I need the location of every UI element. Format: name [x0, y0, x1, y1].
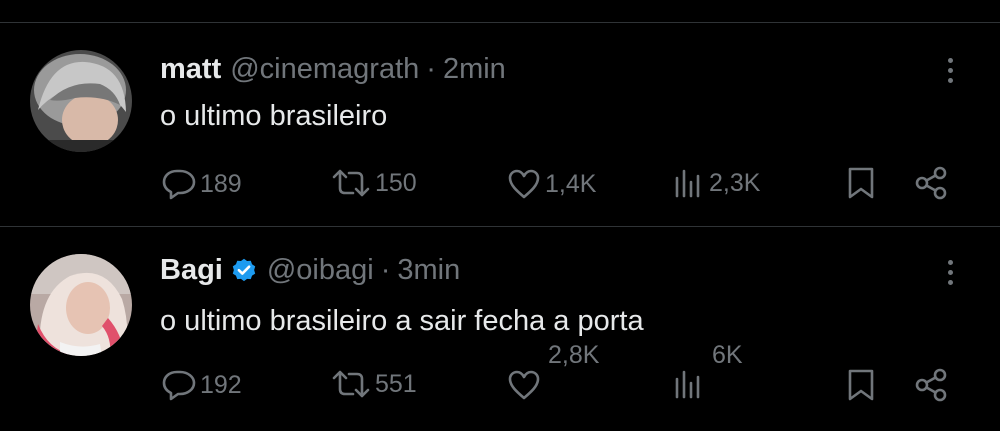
bookmark-button[interactable]: [846, 166, 876, 200]
reply-count: 189: [200, 169, 242, 198]
user-handle[interactable]: @cinemagrath: [230, 53, 419, 86]
like-icon: [508, 370, 540, 400]
views-count: 6K: [712, 341, 743, 369]
separator-dot: ·: [380, 254, 391, 286]
separator-dot: ·: [426, 53, 436, 85]
display-name[interactable]: matt: [160, 53, 221, 86]
verified-badge-icon: [232, 258, 256, 281]
avatar[interactable]: [30, 50, 132, 152]
more-icon[interactable]: [938, 260, 962, 290]
retweet-icon: [332, 370, 370, 398]
bookmark-icon: [848, 167, 874, 199]
reply-icon: [162, 370, 196, 401]
share-icon: [915, 166, 947, 200]
reply-count: 192: [200, 370, 242, 399]
bookmark-icon: [848, 369, 874, 401]
share-icon: [915, 368, 947, 402]
like-button[interactable]: 1,4K: [507, 168, 596, 200]
retweet-count: 551: [375, 369, 417, 398]
share-button[interactable]: [914, 368, 948, 402]
tweet-header: matt @cinemagrath · 2min: [160, 53, 506, 86]
tweet-text: o ultimo brasileiro a sair fecha a porta: [160, 305, 644, 337]
tweet-header: Bagi @oibagi · 3min: [160, 254, 460, 287]
retweet-count: 150: [375, 168, 417, 197]
tweet-1[interactable]: matt @cinemagrath · 2min o ultimo brasil…: [0, 23, 1000, 226]
views-button[interactable]: 2,3K: [673, 168, 760, 198]
views-icon: [675, 370, 700, 399]
like-icon: [508, 169, 540, 199]
timestamp[interactable]: 3min: [397, 254, 460, 287]
reply-button[interactable]: 189: [162, 168, 242, 200]
views-icon: [675, 169, 700, 198]
views-button[interactable]: [673, 369, 705, 399]
bookmark-button[interactable]: [846, 368, 876, 402]
tweet-text: o ultimo brasileiro: [160, 100, 388, 132]
reply-icon: [162, 169, 196, 200]
views-count: 2,3K: [709, 168, 761, 197]
display-name[interactable]: Bagi: [160, 254, 223, 287]
more-icon[interactable]: [938, 58, 962, 88]
like-count: 2,8K: [548, 341, 600, 369]
reply-button[interactable]: 192: [162, 369, 242, 401]
user-handle[interactable]: @oibagi: [267, 254, 374, 287]
share-button[interactable]: [914, 166, 948, 200]
like-button[interactable]: [507, 369, 541, 401]
retweet-button[interactable]: 551: [331, 369, 417, 399]
like-count: 1,4K: [545, 169, 597, 198]
tweet-2[interactable]: Bagi @oibagi · 3min o ultimo brasileiro …: [0, 227, 1000, 431]
timestamp[interactable]: 2min: [443, 53, 506, 86]
retweet-button[interactable]: 150: [331, 168, 417, 198]
retweet-icon: [332, 169, 370, 197]
avatar[interactable]: [30, 254, 132, 356]
